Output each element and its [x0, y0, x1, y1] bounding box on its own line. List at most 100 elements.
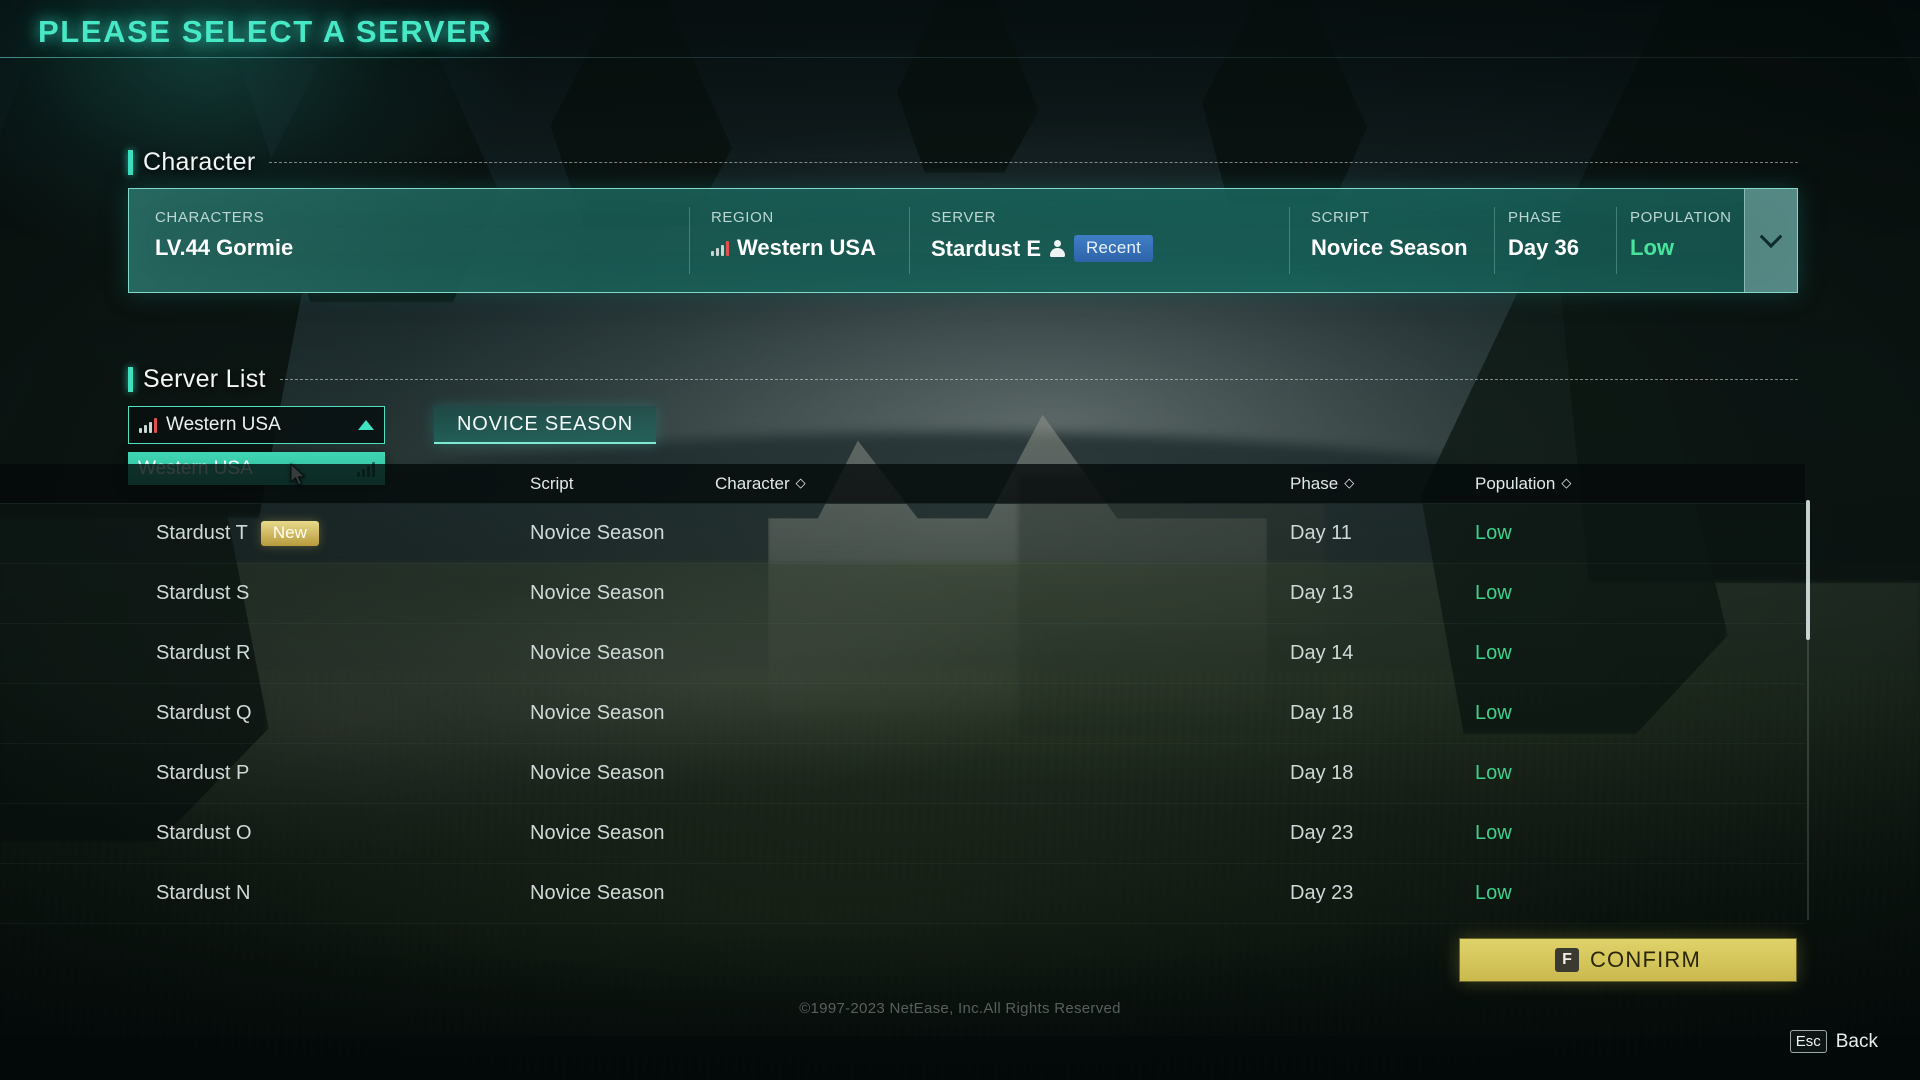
region-select-value: Western USA: [166, 414, 281, 435]
server-name: Stardust P: [156, 762, 250, 784]
server-name: Stardust Q: [156, 702, 252, 724]
table-row[interactable]: Stardust Q Novice Season Day 18 Low: [0, 684, 1805, 744]
character-script-value: Novice Season: [1311, 235, 1468, 260]
column-header-character[interactable]: Character ◇: [715, 474, 1290, 494]
page-title: PLEASE SELECT A SERVER: [38, 14, 493, 49]
server-name: Stardust S: [156, 582, 250, 604]
recent-badge: Recent: [1074, 235, 1154, 262]
sort-icon: ◇: [1344, 475, 1355, 490]
cell-server: Stardust R: [0, 642, 530, 665]
new-badge: New: [260, 521, 319, 546]
cell-phase: Day 23: [1290, 822, 1354, 844]
cell-phase: Day 14: [1290, 642, 1354, 664]
key-esc-icon: Esc: [1789, 1030, 1827, 1053]
cell-server: Stardust S: [0, 582, 530, 605]
character-col-region: REGION Western USA: [689, 189, 909, 292]
character-col-region-label: REGION: [711, 209, 774, 226]
cell-phase: Day 18: [1290, 762, 1354, 784]
column-divider: [1494, 207, 1495, 274]
character-server-value: Stardust E Recent: [909, 235, 1289, 262]
table-row[interactable]: Stardust P Novice Season Day 18 Low: [0, 744, 1805, 804]
column-divider: [1616, 207, 1617, 274]
cell-script: Novice Season: [530, 642, 665, 664]
tab-novice-season-label: NOVICE SEASON: [457, 412, 633, 435]
table-row[interactable]: Stardust R Novice Season Day 14 Low: [0, 624, 1805, 684]
table-row[interactable]: Stardust S Novice Season Day 13 Low: [0, 564, 1805, 624]
chevron-up-icon: [358, 420, 374, 430]
server-table-header: Script Character ◇ Phase ◇ Population ◇: [0, 464, 1805, 504]
cell-script: Novice Season: [530, 822, 665, 844]
character-col-script: SCRIPT Novice Season: [1289, 189, 1494, 292]
column-header-population-label: Population: [1475, 473, 1556, 493]
cell-server: Stardust T New: [0, 521, 530, 546]
cell-phase: Day 11: [1290, 522, 1352, 544]
column-header-script[interactable]: Script: [530, 474, 715, 494]
confirm-button[interactable]: F CONFIRM: [1459, 938, 1797, 982]
key-f-icon: F: [1554, 948, 1579, 972]
character-region-value: Western USA: [689, 235, 909, 261]
cell-script: Novice Season: [530, 702, 665, 724]
back-button[interactable]: Esc Back: [1789, 1030, 1878, 1053]
chevron-down-icon: [1759, 224, 1783, 248]
cell-population: Low: [1475, 582, 1512, 604]
cell-population: Low: [1475, 522, 1512, 544]
table-row[interactable]: Stardust T New Novice Season Day 11 Low: [0, 504, 1805, 564]
column-header-character-label: Character: [715, 473, 790, 493]
column-header-script-label: Script: [530, 473, 574, 493]
cell-server: Stardust O: [0, 822, 530, 845]
sort-icon: ◇: [1561, 475, 1572, 490]
character-expand-button[interactable]: [1744, 189, 1797, 292]
character-col-server-label: SERVER: [931, 209, 997, 226]
column-divider: [909, 207, 910, 274]
cell-phase: Day 23: [1290, 882, 1354, 904]
table-row[interactable]: Stardust O Novice Season Day 23 Low: [0, 804, 1805, 864]
character-server-text: Stardust E: [931, 235, 1042, 261]
cell-script: Novice Season: [530, 582, 665, 604]
cell-phase: Day 13: [1290, 582, 1354, 604]
cell-script: Novice Season: [530, 522, 665, 544]
cell-population: Low: [1475, 882, 1512, 904]
character-col-phase: PHASE Day 36: [1494, 189, 1616, 292]
table-row[interactable]: Stardust N Novice Season Day 23 Low: [0, 864, 1805, 924]
cell-population: Low: [1475, 702, 1512, 724]
character-col-characters: CHARACTERS LV.44 Gormie: [129, 189, 689, 292]
section-character: Character: [128, 148, 1798, 177]
character-summary-card[interactable]: CHARACTERS LV.44 Gormie REGION Western U…: [128, 188, 1798, 293]
cell-phase: Day 18: [1290, 702, 1354, 724]
server-name: Stardust T: [156, 522, 248, 544]
server-name: Stardust N: [156, 882, 251, 904]
person-icon: [1049, 240, 1066, 257]
column-header-population[interactable]: Population ◇: [1475, 474, 1650, 494]
tab-novice-season[interactable]: NOVICE SEASON: [434, 406, 656, 444]
cell-server: Stardust Q: [0, 702, 530, 725]
signal-bars-icon: [139, 417, 157, 433]
character-col-server: SERVER Stardust E Recent: [909, 189, 1289, 292]
column-header-phase[interactable]: Phase ◇: [1290, 474, 1475, 494]
cell-server: Stardust P: [0, 762, 530, 785]
cell-population: Low: [1475, 822, 1512, 844]
back-button-label: Back: [1835, 1030, 1878, 1052]
server-name: Stardust O: [156, 822, 252, 844]
section-accent-bar: [128, 150, 133, 175]
server-table-body: Stardust T New Novice Season Day 11 Low Stard…: [0, 504, 1805, 924]
copyright-text: ©1997-2023 NetEase, Inc.All Rights Reser…: [799, 1000, 1121, 1017]
region-select[interactable]: Western USA: [128, 406, 385, 444]
signal-bars-icon: [711, 240, 729, 256]
cell-population: Low: [1475, 642, 1512, 664]
column-header-phase-label: Phase: [1290, 473, 1339, 493]
character-region-text: Western USA: [737, 235, 876, 260]
column-divider: [1289, 207, 1290, 274]
character-col-characters-label: CHARACTERS: [155, 209, 265, 226]
character-phase-value: Day 36: [1508, 235, 1579, 260]
cell-script: Novice Season: [530, 882, 665, 904]
server-list-scrollbar-thumb[interactable]: [1806, 500, 1810, 640]
character-col-script-label: SCRIPT: [1311, 209, 1370, 226]
section-character-label: Character: [143, 148, 256, 176]
cell-server: Stardust N: [0, 882, 530, 905]
section-server-list-label: Server List: [143, 365, 266, 393]
section-accent-bar: [128, 367, 133, 392]
server-table: Script Character ◇ Phase ◇ Population ◇ …: [0, 464, 1805, 924]
character-name-value: LV.44 Gormie: [155, 235, 294, 260]
section-dashed-rule: [279, 379, 1798, 380]
confirm-button-label: CONFIRM: [1589, 947, 1702, 972]
